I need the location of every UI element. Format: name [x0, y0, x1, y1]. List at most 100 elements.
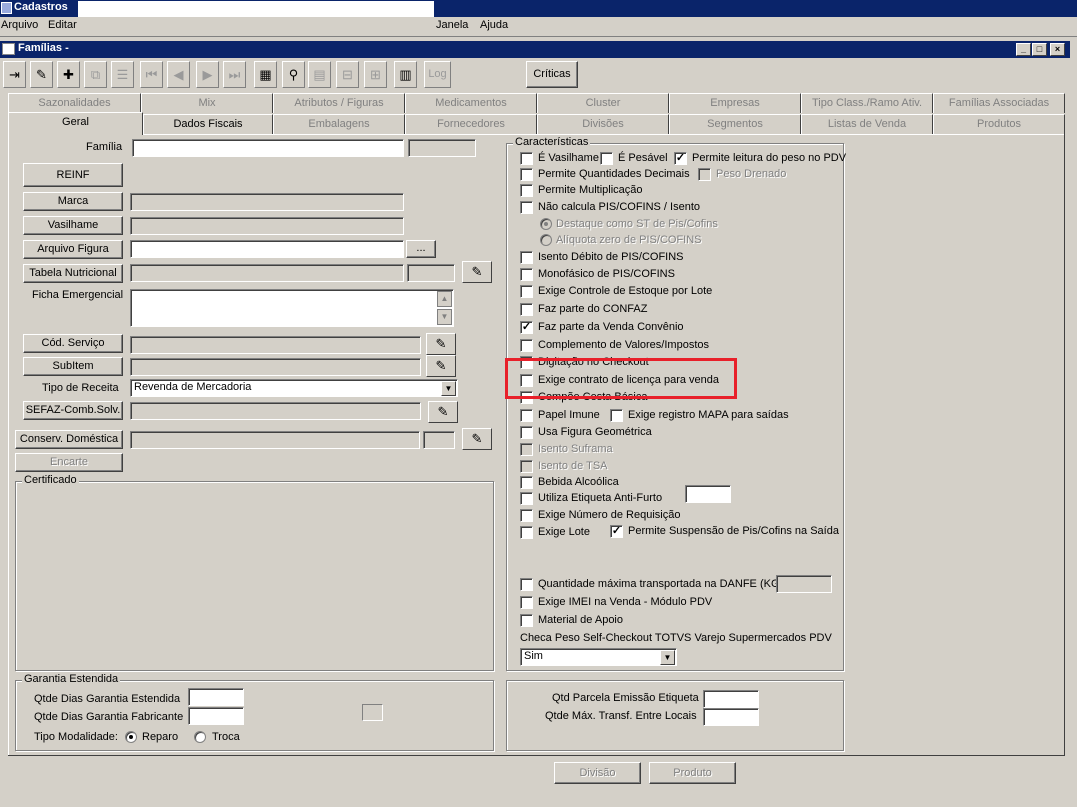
first-record-icon[interactable]: ⏮ [140, 61, 163, 88]
chevron-down-icon[interactable]: ▼ [441, 381, 456, 396]
eraser-icon[interactable]: ✎ [462, 261, 492, 283]
tree-icon[interactable]: ⊟ [336, 61, 359, 88]
grid-icon[interactable]: ▦ [254, 61, 277, 88]
multiplicacao-checkbox[interactable] [520, 184, 533, 197]
qtd-decimais-checkbox[interactable] [520, 168, 533, 181]
tab-fornecedores[interactable]: Fornecedores [405, 114, 537, 134]
dias-fabricante-field[interactable] [188, 707, 244, 725]
numero-requisicao-checkbox[interactable] [520, 509, 533, 522]
menu-ajuda[interactable]: Ajuda [480, 19, 508, 31]
etiqueta-antifurto-field[interactable] [685, 485, 731, 503]
copy-record-icon[interactable]: ⧉ [84, 61, 107, 88]
conserv-domestica-code[interactable] [423, 431, 455, 449]
monofasico-checkbox[interactable] [520, 268, 533, 281]
troca-radio[interactable] [194, 731, 206, 743]
suspensao-pis-checkbox[interactable]: ✓ [610, 525, 623, 538]
last-record-icon[interactable]: ⏭ [223, 61, 246, 88]
destaque-st-radio[interactable] [540, 218, 552, 230]
tab-mix[interactable]: Mix [141, 93, 273, 113]
exige-lote-checkbox[interactable] [520, 526, 533, 539]
registro-mapa-checkbox[interactable] [610, 409, 623, 422]
tab-familias-associadas[interactable]: Famílias Associadas [933, 93, 1065, 113]
restore-button[interactable]: □ [1032, 43, 1047, 56]
marca-field[interactable] [130, 193, 404, 211]
conserv-domestica-field[interactable] [130, 431, 420, 449]
arquivo-figura-button[interactable]: Arquivo Figura [23, 240, 123, 259]
tab-cluster[interactable]: Cluster [537, 93, 669, 113]
isento-debito-checkbox[interactable] [520, 251, 533, 264]
papel-imune-checkbox[interactable] [520, 409, 533, 422]
dias-estendida-field[interactable] [188, 688, 244, 706]
tab-atributos[interactable]: Atributos / Figuras [273, 93, 405, 113]
isento-tsa-checkbox[interactable] [520, 460, 533, 473]
familia-code-field[interactable] [408, 139, 476, 157]
eraser-icon[interactable]: ✎ [30, 61, 53, 88]
aliquota-zero-radio[interactable] [540, 234, 552, 246]
figura-geometrica-checkbox[interactable] [520, 426, 533, 439]
binoculars-icon[interactable]: ⚲ [282, 61, 305, 88]
eraser-icon[interactable]: ✎ [426, 333, 456, 355]
produto-button[interactable]: Produto [649, 762, 736, 784]
tabela-nutricional-code[interactable] [407, 264, 455, 282]
report-icon[interactable]: ▤ [308, 61, 331, 88]
tab-produtos[interactable]: Produtos [933, 114, 1065, 134]
parcela-field[interactable] [703, 690, 759, 708]
familia-field[interactable] [132, 139, 404, 157]
log-button[interactable]: Log [424, 61, 451, 88]
browse-button[interactable]: ... [406, 240, 436, 258]
eraser-icon[interactable]: ✎ [428, 401, 458, 423]
tab-empresas[interactable]: Empresas [669, 93, 801, 113]
vasilhame-checkbox[interactable] [520, 152, 533, 165]
conserv-domestica-button[interactable]: Conserv. Doméstica [15, 430, 123, 449]
subitem-field[interactable] [130, 358, 421, 376]
exige-imei-checkbox[interactable] [520, 596, 533, 609]
confaz-checkbox[interactable] [520, 303, 533, 316]
exit-icon[interactable]: ⇥ [3, 61, 26, 88]
menu-arquivo[interactable]: Arquivo [1, 19, 38, 31]
tab-divisoes[interactable]: Divisões [537, 114, 669, 134]
checa-peso-select[interactable]: Sim ▼ [520, 648, 677, 666]
tab-embalagens[interactable]: Embalagens [273, 114, 405, 134]
cod-servico-button[interactable]: Cód. Serviço [23, 334, 123, 353]
scroll-down-icon[interactable]: ▼ [437, 309, 452, 325]
eraser-icon[interactable]: ✎ [462, 428, 492, 450]
minimize-button[interactable]: _ [1016, 43, 1031, 56]
estoque-lote-checkbox[interactable] [520, 285, 533, 298]
tab-segmentos[interactable]: Segmentos [669, 114, 801, 134]
nao-calcula-pis-checkbox[interactable] [520, 201, 533, 214]
menu-janela[interactable]: Janela [436, 19, 468, 31]
tipo-receita-select[interactable]: Revenda de Mercadoria ▼ [130, 379, 458, 397]
pesavel-checkbox[interactable] [600, 152, 613, 165]
menu-editar[interactable]: Editar [48, 19, 77, 31]
sefaz-button[interactable]: SEFAZ-Comb.Solv. [23, 401, 123, 420]
previous-record-icon[interactable]: ◀ [167, 61, 190, 88]
tabela-nutricional-button[interactable]: Tabela Nutricional [23, 264, 123, 283]
peso-drenado-checkbox[interactable] [698, 168, 711, 181]
sefaz-field[interactable] [130, 402, 421, 420]
etiqueta-antifurto-checkbox[interactable] [520, 492, 533, 505]
next-record-icon[interactable]: ▶ [196, 61, 219, 88]
tab-medicamentos[interactable]: Medicamentos [405, 93, 537, 113]
isento-suframa-checkbox[interactable] [520, 443, 533, 456]
calendar-icon[interactable]: ▥ [394, 61, 417, 88]
encarte-button[interactable]: Encarte [15, 453, 123, 472]
qtd-max-danfe-checkbox[interactable] [520, 578, 533, 591]
divisao-button[interactable]: Divisão [554, 762, 641, 784]
transf-field[interactable] [703, 708, 759, 726]
subitem-button[interactable]: SubItem [23, 357, 123, 376]
marca-button[interactable]: Marca [23, 192, 123, 211]
tab-sazonalidades[interactable]: Sazonalidades [8, 93, 141, 113]
chevron-down-icon[interactable]: ▼ [660, 650, 675, 665]
tabela-nutricional-field[interactable] [130, 264, 404, 282]
delete-record-icon[interactable]: ☰ [111, 61, 134, 88]
tab-listas-de-venda[interactable]: Listas de Venda [801, 114, 933, 134]
close-button[interactable]: × [1050, 43, 1065, 56]
criticas-button[interactable]: Críticas [526, 61, 578, 88]
arquivo-figura-field[interactable] [130, 240, 404, 258]
ficha-emergencial-field[interactable] [130, 289, 454, 327]
complemento-checkbox[interactable] [520, 339, 533, 352]
tab-geral[interactable]: Geral [8, 112, 143, 135]
qtd-max-danfe-field[interactable] [776, 575, 832, 593]
reinf-button[interactable]: REINF [23, 163, 123, 187]
layout-icon[interactable]: ⊞ [364, 61, 387, 88]
